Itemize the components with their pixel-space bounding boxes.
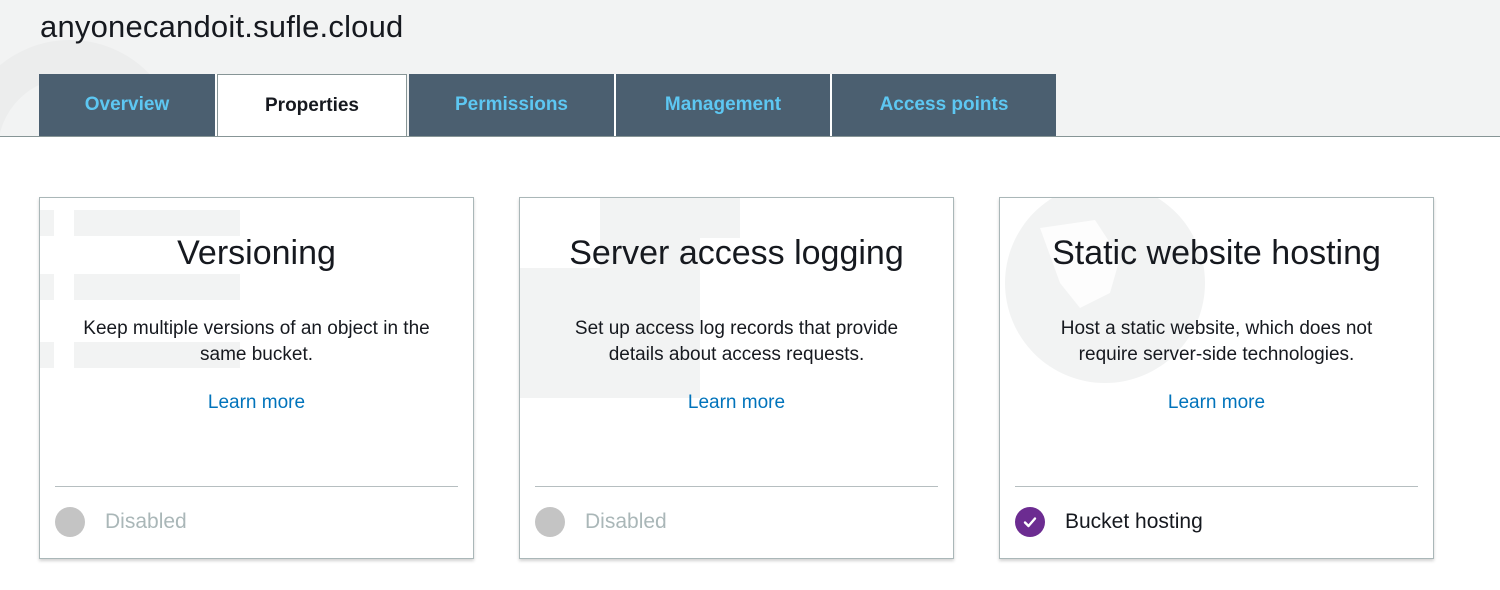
card-description: Host a static website, which does not re… xyxy=(1060,318,1373,365)
card-description: Set up access log records that provide d… xyxy=(574,318,899,365)
card-title: Server access logging xyxy=(569,234,904,272)
card-status: Disabled xyxy=(55,506,187,538)
static-website-hosting-card[interactable]: Static website hosting Host a static web… xyxy=(999,197,1434,559)
learn-more-link[interactable]: Learn more xyxy=(520,390,953,416)
learn-more-link[interactable]: Learn more xyxy=(40,390,473,416)
checkmark-icon xyxy=(1015,507,1045,537)
bucket-properties-page: anyonecandoit.sufle.cloud Overview Prope… xyxy=(0,0,1500,590)
learn-more-link[interactable]: Learn more xyxy=(1000,390,1433,416)
status-label: Disabled xyxy=(105,510,187,533)
tab-access-points[interactable]: Access points xyxy=(832,74,1056,136)
versioning-card[interactable]: Versioning Keep multiple versions of an … xyxy=(39,197,474,559)
disabled-status-icon xyxy=(55,507,85,537)
tab-properties[interactable]: Properties xyxy=(217,74,407,136)
card-status: Disabled xyxy=(535,506,667,538)
card-divider xyxy=(535,486,938,487)
status-label: Bucket hosting xyxy=(1065,510,1203,533)
server-access-logging-card[interactable]: Server access logging Set up access log … xyxy=(519,197,954,559)
status-label: Disabled xyxy=(585,510,667,533)
card-divider xyxy=(55,486,458,487)
bucket-title: anyonecandoit.sufle.cloud xyxy=(40,9,404,44)
bucket-tabs: Overview Properties Permissions Manageme… xyxy=(39,74,1056,136)
tab-permissions[interactable]: Permissions xyxy=(409,74,616,136)
tab-overview[interactable]: Overview xyxy=(39,74,217,136)
card-title: Static website hosting xyxy=(1052,234,1381,272)
card-title: Versioning xyxy=(177,234,336,272)
bucket-header: anyonecandoit.sufle.cloud Overview Prope… xyxy=(0,0,1500,137)
disabled-status-icon xyxy=(535,507,565,537)
card-status: Bucket hosting xyxy=(1015,506,1203,538)
card-divider xyxy=(1015,486,1418,487)
tab-management[interactable]: Management xyxy=(616,74,832,136)
card-description: Keep multiple versions of an object in t… xyxy=(83,318,430,365)
